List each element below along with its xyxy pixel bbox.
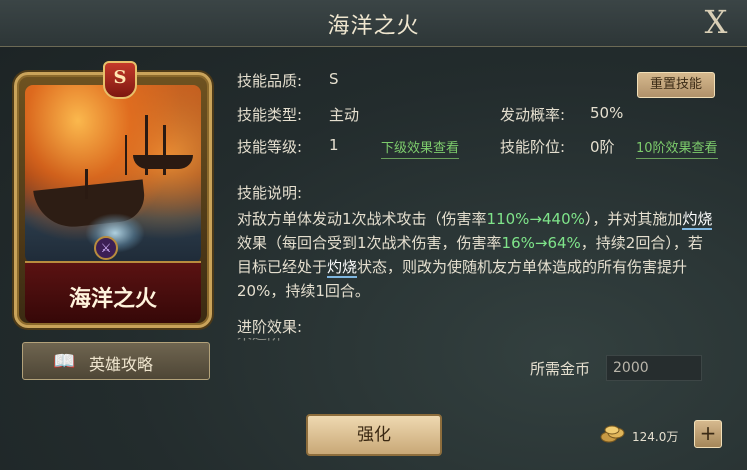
quality-value: S (329, 70, 339, 88)
advance-effect-label: 进阶效果: (237, 318, 303, 336)
hero-guide-label: 英雄攻略 (89, 355, 154, 374)
type-value: 主动 (329, 106, 360, 124)
skill-type-icon: ⚔ (94, 236, 118, 260)
trigger-rate-value: 50% (590, 104, 624, 122)
type-label: 技能类型: (237, 106, 303, 124)
burn-keyword[interactable]: 灼烧 (327, 258, 358, 278)
gold-cost-value: 2000 (606, 355, 702, 381)
skill-grade-badge: S (103, 61, 137, 99)
quality-label: 技能品质: (237, 72, 303, 90)
stage-10-effect-link[interactable]: 10阶效果查看 (636, 137, 718, 159)
add-gold-button[interactable]: + (694, 420, 722, 448)
next-level-effect-link[interactable]: 下级效果查看 (381, 137, 460, 159)
burn-keyword[interactable]: 灼烧 (682, 210, 713, 230)
skill-card: S 海洋之火 (14, 61, 212, 328)
upgrade-button[interactable]: 强化 (306, 414, 442, 456)
title-bar: 海洋之火 X (0, 0, 747, 47)
skill-illustration (25, 85, 201, 263)
gold-balance: 124.0万 (632, 430, 679, 444)
stage-label: 技能阶位: (500, 138, 566, 156)
trigger-rate-label: 发动概率: (500, 106, 566, 124)
hero-guide-button[interactable]: 📖 英雄攻略 (22, 342, 210, 380)
level-label: 技能等级: (237, 138, 303, 156)
book-icon: 📖 (53, 351, 76, 372)
advance-effect-text: 未进阶 (237, 338, 357, 346)
page-title: 海洋之火 (327, 14, 420, 39)
stage-value: 0阶 (590, 138, 615, 156)
gold-cost-label: 所需金币 (530, 360, 591, 378)
skill-description: 对敌方单体发动1次战术攻击（伤害率110%→440%），并对其施加灼烧效果（每回… (237, 210, 713, 300)
skill-card-name: 海洋之火 (68, 287, 157, 312)
level-value: 1 (329, 136, 339, 154)
coins-icon (600, 424, 626, 444)
reset-skill-button[interactable]: 重置技能 (637, 72, 715, 98)
description-label: 技能说明: (237, 184, 303, 202)
damage-rate-highlight: 110%→440% (486, 210, 585, 228)
burn-rate-highlight: 16%→64% (501, 234, 581, 252)
card-name-plate: 海洋之火 (25, 261, 201, 323)
close-button[interactable]: X (699, 4, 733, 40)
